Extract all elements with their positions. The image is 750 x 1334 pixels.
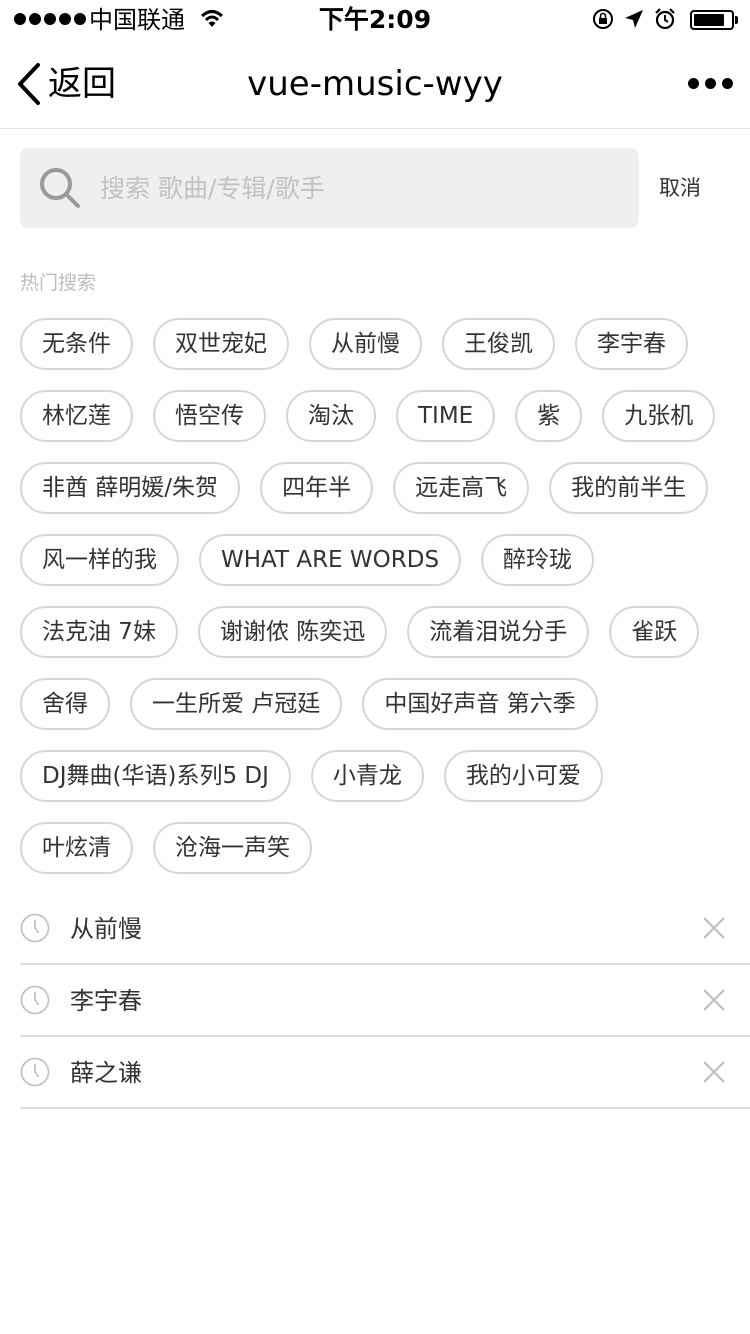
history-item[interactable]: 从前慢 [20,893,750,965]
hot-search-tag[interactable]: 一生所爱 卢冠廷 [130,678,343,730]
hot-search-tag[interactable]: 醉玲珑 [481,534,595,586]
search-bar [20,148,639,228]
hot-search-tag[interactable]: 舍得 [20,678,110,730]
search-history-list: 从前慢 李宇春 薛之谦 [20,893,750,1109]
hot-search-tag[interactable]: 风一样的我 [20,534,179,586]
clock-icon [20,913,50,943]
hot-search-tag[interactable]: 我的小可爱 [443,750,603,802]
hot-search-title: 热门搜索 [20,272,97,294]
location-arrow-icon [625,10,643,28]
hot-search-tag[interactable]: 沧海一声笑 [153,822,312,874]
hot-search-tag[interactable]: 我的前半生 [549,462,709,514]
clock-icon [20,985,50,1015]
hot-search-tag[interactable]: 李宇春 [575,318,688,370]
search-icon [40,168,80,208]
hot-search-tag[interactable]: 小青龙 [310,750,424,802]
history-item-label: 李宇春 [70,987,142,1015]
hot-search-tag[interactable]: 雀跃 [609,606,700,658]
cancel-button[interactable]: 取消 [659,168,701,208]
hot-search-tag[interactable]: 中国好声音 第六季 [362,678,598,730]
history-item[interactable]: 薛之谦 [20,1037,750,1109]
hot-search-tag[interactable]: 叶炫清 [20,822,133,874]
hot-search-tag[interactable]: 紫 [515,390,583,442]
hot-search-tag[interactable]: 淘汰 [286,390,376,442]
battery-fill [694,14,724,26]
hot-search-tag[interactable]: 法克油 7妹 [20,606,178,658]
hot-search-tag[interactable]: WHAT ARE WORDS [199,534,462,586]
hot-search-tag[interactable]: TIME [396,390,496,442]
close-icon[interactable] [703,917,725,939]
hot-search-list: 无条件 双世宠妃 从前慢 王俊凯 李宇春林忆莲 悟空传 淘汰 TIME 紫九张机非酋 薛明媛/朱… [20,318,750,894]
battery-cap [735,16,738,24]
history-item-label: 从前慢 [70,915,142,943]
alarm-clock-icon [655,8,675,30]
close-icon[interactable] [703,1061,725,1083]
search-input[interactable] [100,148,620,228]
hot-search-tag[interactable]: 非酋 薛明媛/朱贺 [20,462,241,514]
history-item[interactable]: 李宇春 [20,965,750,1037]
hot-search-tag[interactable]: DJ舞曲(华语)系列5 DJ [20,750,291,802]
more-dots-icon[interactable] [688,78,733,89]
history-item-label: 薛之谦 [70,1059,142,1087]
hot-search-tag[interactable]: 九张机 [602,390,716,442]
hot-search-tag[interactable]: 谢谢侬 陈奕迅 [197,606,388,658]
hot-search-tag[interactable]: 双世宠妃 [153,318,289,370]
hot-search-tag[interactable]: 无条件 [20,318,133,370]
status-icons [592,8,676,30]
status-bar: 中国联通 下午2:09 [0,0,750,40]
close-icon[interactable] [703,989,725,1011]
hot-search-tag[interactable]: 四年半 [260,462,374,514]
hot-search-tag[interactable]: 远走高飞 [393,462,530,514]
hot-search-tag[interactable]: 从前慢 [309,318,422,370]
hot-search-tag[interactable]: 流着泪说分手 [407,606,590,658]
hot-search-tag[interactable]: 悟空传 [153,390,266,442]
hot-search-tag[interactable]: 林忆莲 [20,390,133,442]
battery-icon [690,10,734,30]
page-title: vue-music-wyy [247,64,503,104]
hot-search-tag[interactable]: 王俊凯 [442,318,555,370]
nav-bar: 返回 vue-music-wyy [0,40,750,129]
clock-icon [20,1057,50,1087]
rotation-lock-icon [593,9,613,29]
